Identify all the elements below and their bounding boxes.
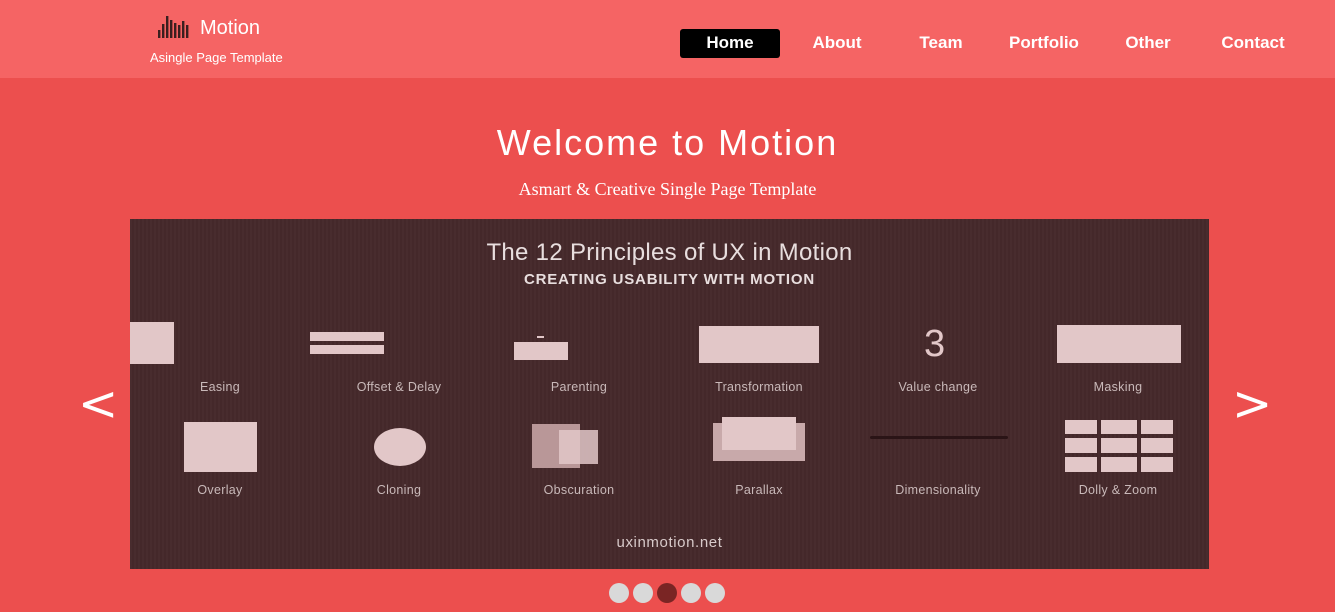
principle-label: Parallax [735, 483, 783, 497]
transformation-illustration [699, 326, 819, 363]
slide-subtitle: CREATING USABILITY WITH MOTION [524, 271, 815, 288]
hero-title: Welcome to Motion [496, 122, 839, 163]
nav-portfolio-link[interactable]: Portfolio [1000, 29, 1088, 58]
principle-label: Masking [1093, 380, 1143, 394]
slider-dot-3[interactable] [657, 583, 677, 603]
value-change-number: 3 [924, 323, 946, 365]
slider-next-button[interactable]: > [1232, 376, 1272, 432]
hero-subtitle: Asmart & Creative Single Page Template [518, 179, 817, 199]
header-bar: Motion Asingle Page Template Home About … [0, 0, 1335, 78]
parallax-illustration-front [722, 417, 796, 450]
dolly-zoom-illustration-cell [1141, 420, 1173, 434]
slide-title: The 12 Principles of UX in Motion [486, 239, 853, 266]
overlay-illustration [184, 422, 257, 472]
nav-contact-link[interactable]: Contact [1212, 29, 1294, 58]
slider-pagination [609, 583, 725, 603]
nav-other-link[interactable]: Other [1112, 29, 1184, 58]
slider-dot-1[interactable] [609, 583, 629, 603]
nav-team-link[interactable]: Team [903, 29, 979, 58]
dolly-zoom-illustration-cell [1101, 420, 1137, 434]
principle-label: Cloning [376, 483, 422, 497]
principle-label: Dolly & Zoom [1078, 483, 1158, 497]
brand-name[interactable]: Motion [200, 17, 260, 40]
slide-url: uxinmotion.net [616, 534, 723, 551]
principle-label: Dimensionality [895, 483, 981, 497]
principle-label: Value change [898, 380, 978, 394]
cloning-illustration [374, 428, 426, 466]
principle-label: Obscuration [543, 483, 615, 497]
slider-image: The 12 Principles of UX in Motion CREATI… [130, 219, 1209, 569]
principle-label: Transformation [715, 380, 803, 394]
parenting-illustration-child [537, 336, 544, 338]
principle-label: Parenting [550, 380, 608, 394]
bar-chart-icon[interactable] [158, 14, 190, 38]
slider-dot-5[interactable] [705, 583, 725, 603]
dolly-zoom-illustration-cell [1101, 438, 1137, 453]
dolly-zoom-illustration-cell [1141, 438, 1173, 453]
dolly-zoom-illustration-cell [1065, 457, 1097, 472]
dolly-zoom-illustration-cell [1101, 457, 1137, 472]
dolly-zoom-illustration-cell [1141, 457, 1173, 472]
dimensionality-illustration [870, 436, 1008, 439]
slider-dot-4[interactable] [681, 583, 701, 603]
principle-label: Easing [199, 380, 241, 394]
easing-illustration [130, 322, 174, 364]
offset-delay-illustration-bottom [310, 345, 384, 354]
principle-label: Offset & Delay [356, 380, 442, 394]
brand-tagline: Asingle Page Template [150, 50, 283, 65]
dolly-zoom-illustration-cell [1065, 420, 1097, 434]
nav-about-link[interactable]: About [796, 29, 878, 58]
nav-home-link[interactable]: Home [680, 29, 780, 58]
masking-illustration [1057, 325, 1181, 363]
slider-prev-button[interactable]: < [78, 376, 118, 432]
parenting-illustration-parent [514, 342, 568, 360]
obscuration-illustration-front [559, 430, 598, 464]
principle-label: Overlay [197, 483, 243, 497]
slider-dot-2[interactable] [633, 583, 653, 603]
offset-delay-illustration-top [310, 332, 384, 341]
dolly-zoom-illustration-cell [1065, 438, 1097, 453]
